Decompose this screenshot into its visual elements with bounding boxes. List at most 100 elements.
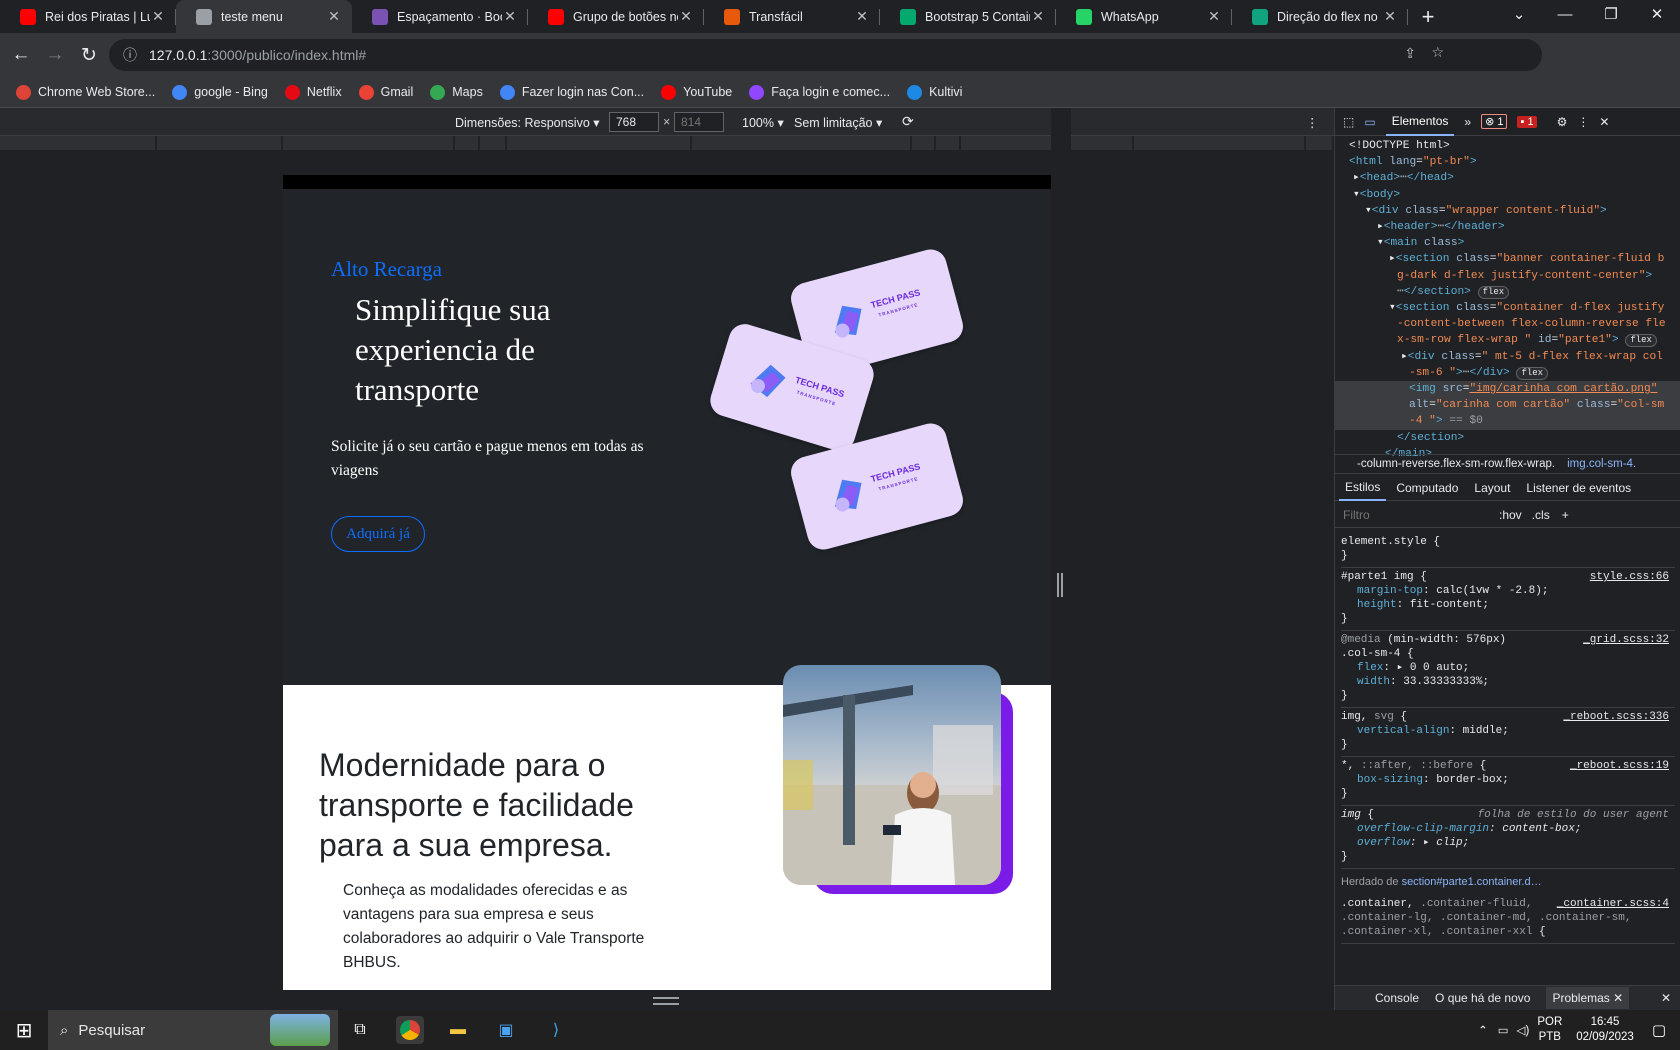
cls-toggle[interactable]: .cls <box>1532 508 1550 522</box>
windows-start-icon[interactable]: ⊞ <box>10 1016 38 1044</box>
tab-close-icon[interactable]: ✕ <box>1206 8 1222 25</box>
rotate-icon[interactable]: ⟳ <box>902 113 914 130</box>
bookmark-item[interactable]: YouTube <box>661 84 732 100</box>
browser-tab[interactable]: Grupo de botões no ✕ <box>528 0 704 33</box>
bookmark-item[interactable]: Faça login e comec... <box>749 84 890 100</box>
browser-tab[interactable]: Direção do flex no m ✕ <box>1232 0 1408 33</box>
bookmark-item[interactable]: Maps <box>430 84 483 100</box>
restore-button[interactable]: ❐ <box>1588 0 1634 33</box>
minimize-button[interactable]: — <box>1542 0 1588 33</box>
clock[interactable]: 16:45 02/09/2023 <box>1576 1015 1634 1045</box>
browser-tab[interactable]: Espaçamento · Bootstrap✕ <box>352 0 528 33</box>
brand-title[interactable]: Alto Recarga <box>331 257 442 282</box>
buy-now-button[interactable]: Adquirá já <box>331 516 425 552</box>
crumb-img[interactable]: img.col-sm-4. <box>1567 458 1636 470</box>
tab-title: WhatsApp <box>1101 9 1159 24</box>
drawer-close-icon[interactable]: ✕ <box>1661 991 1671 1005</box>
store-icon[interactable]: ▣ <box>492 1016 520 1044</box>
tab-computed[interactable]: Computado <box>1390 476 1464 500</box>
resize-handle-bottom[interactable] <box>653 997 679 1005</box>
bookmark-item[interactable]: Chrome Web Store... <box>16 84 155 100</box>
bookmark-item[interactable]: google - Bing <box>172 84 268 100</box>
bookmark-item[interactable]: Netflix <box>284 84 342 100</box>
more-tabs-icon[interactable]: » <box>1464 115 1471 129</box>
throttle-dropdown[interactable]: Sem limitação ▾ <box>794 115 882 130</box>
tab-elements[interactable]: Elementos <box>1385 108 1455 136</box>
chrome-taskbar-icon[interactable] <box>396 1016 424 1044</box>
hero-subtitle: Solicite já o seu cartão e pague menos e… <box>331 438 644 479</box>
w3schools-icon <box>900 8 916 25</box>
devtools-close-icon[interactable]: ✕ <box>1599 115 1609 129</box>
drawer-tab-issues-label: Problemas <box>1552 991 1610 1005</box>
error-badge[interactable]: ⊗ 1 <box>1481 114 1508 129</box>
zoom-dropdown[interactable]: 100% ▾ <box>742 115 784 130</box>
browser-tab-bar: Rei dos Piratas | Luffy✕teste menu✕Espaç… <box>0 0 1680 33</box>
webstore-icon <box>16 84 31 100</box>
notification-icon[interactable]: ▢ <box>1652 1021 1666 1039</box>
tab-close-icon[interactable]: ✕ <box>678 8 694 25</box>
task-view-icon[interactable]: ⧉ <box>346 1016 374 1044</box>
crumb-section[interactable]: -column-reverse.flex-sm-row.flex-wrap. <box>1357 458 1555 470</box>
bookmark-item[interactable]: Kultivi <box>907 84 962 100</box>
devtools-more-icon[interactable]: ⋮ <box>1577 115 1589 129</box>
address-bar[interactable]: ⓘ 127.0.0.1:3000/publico/index.html# ⇪ ☆ <box>109 39 1542 71</box>
tab-search-icon[interactable]: ⌄ <box>1496 0 1542 33</box>
media-query-ruler[interactable] <box>0 136 1334 150</box>
network-icon[interactable]: ▭ <box>1498 1023 1509 1037</box>
hov-toggle[interactable]: :hov <box>1499 508 1522 522</box>
tab-close-icon[interactable]: ✕ <box>1030 8 1046 25</box>
tray-chevron-icon[interactable]: ⌃ <box>1478 1023 1488 1037</box>
new-tab-button[interactable]: + <box>1412 0 1444 33</box>
issue-badge[interactable]: ▪ 1 <box>1517 115 1537 128</box>
tab-close-icon[interactable]: ✕ <box>854 8 870 25</box>
settings-gear-icon[interactable]: ⚙ <box>1557 115 1568 129</box>
device-more-icon[interactable]: ⋮ <box>1306 115 1319 130</box>
taskbar-search[interactable]: ⌕ Pesquisar <box>48 1010 338 1050</box>
error-count: 1 <box>1497 116 1504 128</box>
drawer-tab-issues[interactable]: Problemas ✕ <box>1546 987 1630 1009</box>
tab-styles[interactable]: Estilos <box>1339 475 1387 501</box>
file-explorer-icon[interactable]: ▬ <box>444 1016 472 1044</box>
lang-bottom: PTB <box>1538 1031 1561 1043</box>
close-window-button[interactable]: ✕ <box>1634 0 1680 33</box>
browser-tab[interactable]: Bootstrap 5 Containers✕ <box>880 0 1056 33</box>
inspect-icon[interactable]: ⬚ <box>1343 115 1354 129</box>
browser-tab[interactable]: Rei dos Piratas | Luffy✕ <box>0 0 176 33</box>
inherited-link[interactable]: section#parte1.container.d… <box>1402 876 1542 888</box>
tab-title: Rei dos Piratas | Luffy <box>45 9 150 24</box>
drawer-tab-whats-new[interactable]: O que há de novo <box>1435 991 1530 1005</box>
styles-pane[interactable]: element.style {} style.css:66 #parte1 img… <box>1335 529 1680 969</box>
resize-grip-icon[interactable] <box>1057 573 1063 597</box>
back-icon[interactable]: ← <box>4 44 38 66</box>
vscode-icon[interactable]: ⟩ <box>542 1016 570 1044</box>
tab-layout[interactable]: Layout <box>1468 476 1516 500</box>
dom-tree[interactable]: <!DOCTYPE html> <html lang="pt-br"> ▸<he… <box>1335 137 1680 460</box>
bookmark-item[interactable]: Gmail <box>358 84 413 100</box>
new-rule-icon[interactable]: + <box>1562 508 1569 522</box>
styles-filter-input[interactable] <box>1343 507 1493 522</box>
height-input[interactable] <box>674 112 724 132</box>
tab-close-icon[interactable]: ✕ <box>326 8 342 25</box>
volume-icon[interactable]: ◁) <box>1517 1023 1530 1037</box>
device-toggle-icon[interactable]: ▭ <box>1364 115 1375 129</box>
dimensions-dropdown[interactable]: Dimensões: Responsivo ▾ <box>455 115 600 130</box>
bookmark-item[interactable]: Fazer login nas Con... <box>499 84 644 100</box>
bookmark-star-icon[interactable]: ☆ <box>1431 44 1444 61</box>
dimensions-label: Dimensões: Responsivo <box>455 116 590 130</box>
browser-tab[interactable]: Transfácil ✕ <box>704 0 880 33</box>
site-info-icon[interactable]: ⓘ <box>123 45 137 65</box>
tab-close-icon[interactable]: ✕ <box>502 8 518 25</box>
browser-tab[interactable]: teste menu ✕ <box>176 0 352 33</box>
drawer-tab-console[interactable]: Console <box>1375 991 1419 1005</box>
tab-close-icon[interactable]: ✕ <box>150 8 166 25</box>
tab-event-listeners[interactable]: Listener de eventos <box>1520 476 1637 500</box>
reload-icon[interactable]: ↻ <box>72 44 106 67</box>
width-input[interactable] <box>609 112 659 132</box>
forward-icon[interactable]: → <box>38 44 72 66</box>
language-indicator[interactable]: POR PTB <box>1537 1015 1562 1045</box>
resize-handle-right[interactable] <box>1051 108 1071 1010</box>
tab-close-icon[interactable]: ✕ <box>1382 8 1398 25</box>
share-icon[interactable]: ⇪ <box>1404 45 1416 62</box>
times-icon: × <box>663 115 671 129</box>
browser-tab[interactable]: WhatsApp ✕ <box>1056 0 1232 33</box>
